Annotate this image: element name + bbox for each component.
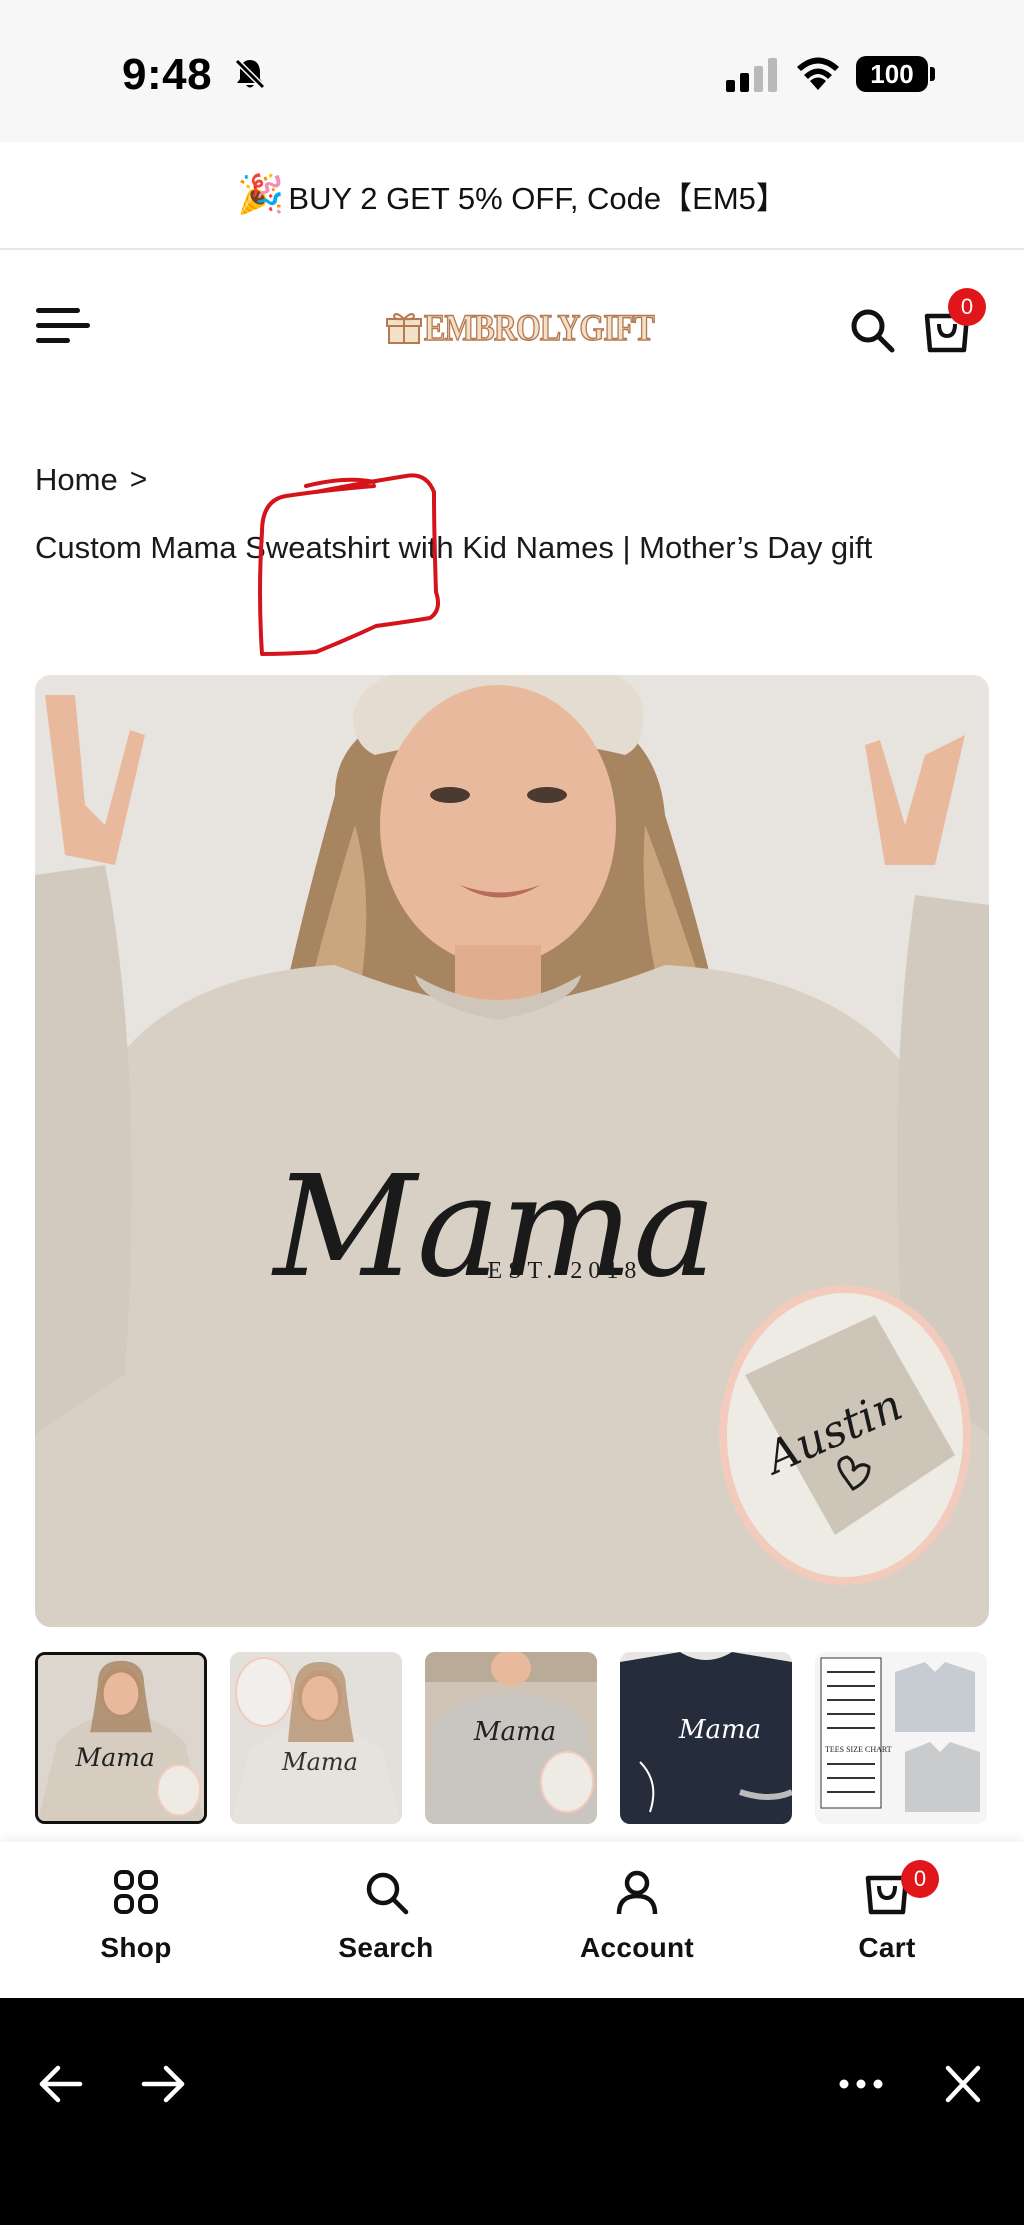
battery-indicator: 100	[856, 56, 935, 92]
thumbnail-image: TEES SIZE CHART	[815, 1652, 987, 1824]
svg-text:Mama: Mama	[281, 1748, 358, 1776]
nav-cart[interactable]: 0 Cart	[797, 1860, 977, 1978]
nav-shop[interactable]: Shop	[46, 1868, 226, 1978]
size-chart-label: TEES SIZE CHART	[825, 1745, 892, 1754]
status-bar: 9:48 100	[0, 0, 1024, 142]
menu-line	[36, 338, 70, 343]
nav-search[interactable]: Search	[296, 1868, 476, 1978]
bell-muted-icon	[233, 57, 267, 91]
bottom-navigation: Shop Search Account 0 Cart	[0, 1842, 1024, 1998]
product-main-image[interactable]: Mama EST. 2018 Austin	[35, 675, 989, 1627]
product-title: Custom Mama Sweatshirt with Kid Names | …	[35, 530, 873, 565]
back-arrow-icon[interactable]	[34, 2060, 88, 2108]
nav-account[interactable]: Account	[547, 1868, 727, 1978]
menu-button[interactable]	[36, 308, 90, 348]
wifi-icon	[797, 57, 839, 90]
grid-icon	[114, 1870, 158, 1914]
menu-line	[36, 308, 80, 313]
store-logo[interactable]: EMBROLYGIFT	[386, 306, 691, 350]
thumbnail-1[interactable]: Mama	[35, 1652, 207, 1824]
site-header: EMBROLYGIFT 0	[0, 252, 1024, 402]
more-options-icon[interactable]	[834, 2060, 888, 2108]
search-icon[interactable]	[848, 306, 896, 354]
thumbnail-image: Mama	[425, 1652, 597, 1824]
thumbnail-5-size-chart[interactable]: TEES SIZE CHART	[815, 1652, 987, 1824]
print-est-text: EST. 2018	[488, 1258, 643, 1284]
nav-account-label: Account	[579, 1932, 695, 1963]
breadcrumb-home-link[interactable]: Home	[35, 462, 118, 498]
status-time: 9:48	[122, 50, 213, 99]
menu-line	[36, 323, 90, 328]
nav-cart-count-badge: 0	[901, 1860, 939, 1898]
forward-arrow-icon[interactable]	[136, 2060, 190, 2108]
thumbnail-image: Mama	[230, 1652, 402, 1824]
cart-count-badge: 0	[948, 288, 986, 326]
search-icon	[366, 1872, 409, 1915]
product-photo: Mama EST. 2018 Austin	[35, 675, 989, 1627]
thumbnail-strip: Mama Mama Mama Mama TEES SIZE CHART	[35, 1652, 1024, 1824]
gift-icon	[386, 313, 422, 344]
svg-text:Mama: Mama	[678, 1715, 761, 1745]
close-icon[interactable]	[936, 2060, 990, 2108]
cellular-signal-icon	[726, 58, 777, 92]
thumbnail-image: Mama	[620, 1652, 792, 1824]
user-icon	[616, 1870, 658, 1915]
promo-text: BUY 2 GET 5% OFF, Code【EM5】	[288, 180, 787, 216]
nav-shop-label: Shop	[100, 1932, 172, 1963]
browser-toolbar	[0, 1998, 1024, 2225]
breadcrumb: Home >	[35, 462, 147, 498]
thumbnail-2[interactable]: Mama	[230, 1652, 402, 1824]
chevron-right-icon: >	[129, 463, 148, 496]
thumbnail-3[interactable]: Mama	[425, 1652, 597, 1824]
nav-cart-label: Cart	[858, 1932, 916, 1963]
logo-text: EMBROLYGIFT	[423, 307, 655, 350]
thumbnail-image: Mama	[38, 1655, 204, 1821]
print-mama-text: Mama	[270, 1146, 716, 1309]
nav-search-label: Search	[338, 1932, 434, 1963]
svg-text:Mama: Mama	[75, 1743, 155, 1772]
thumbnail-4[interactable]: Mama	[620, 1652, 792, 1824]
svg-text:Mama: Mama	[473, 1717, 556, 1747]
promo-banner[interactable]: 🎉 BUY 2 GET 5% OFF, Code【EM5】	[0, 142, 1024, 250]
party-popper-icon: 🎉	[237, 174, 285, 216]
